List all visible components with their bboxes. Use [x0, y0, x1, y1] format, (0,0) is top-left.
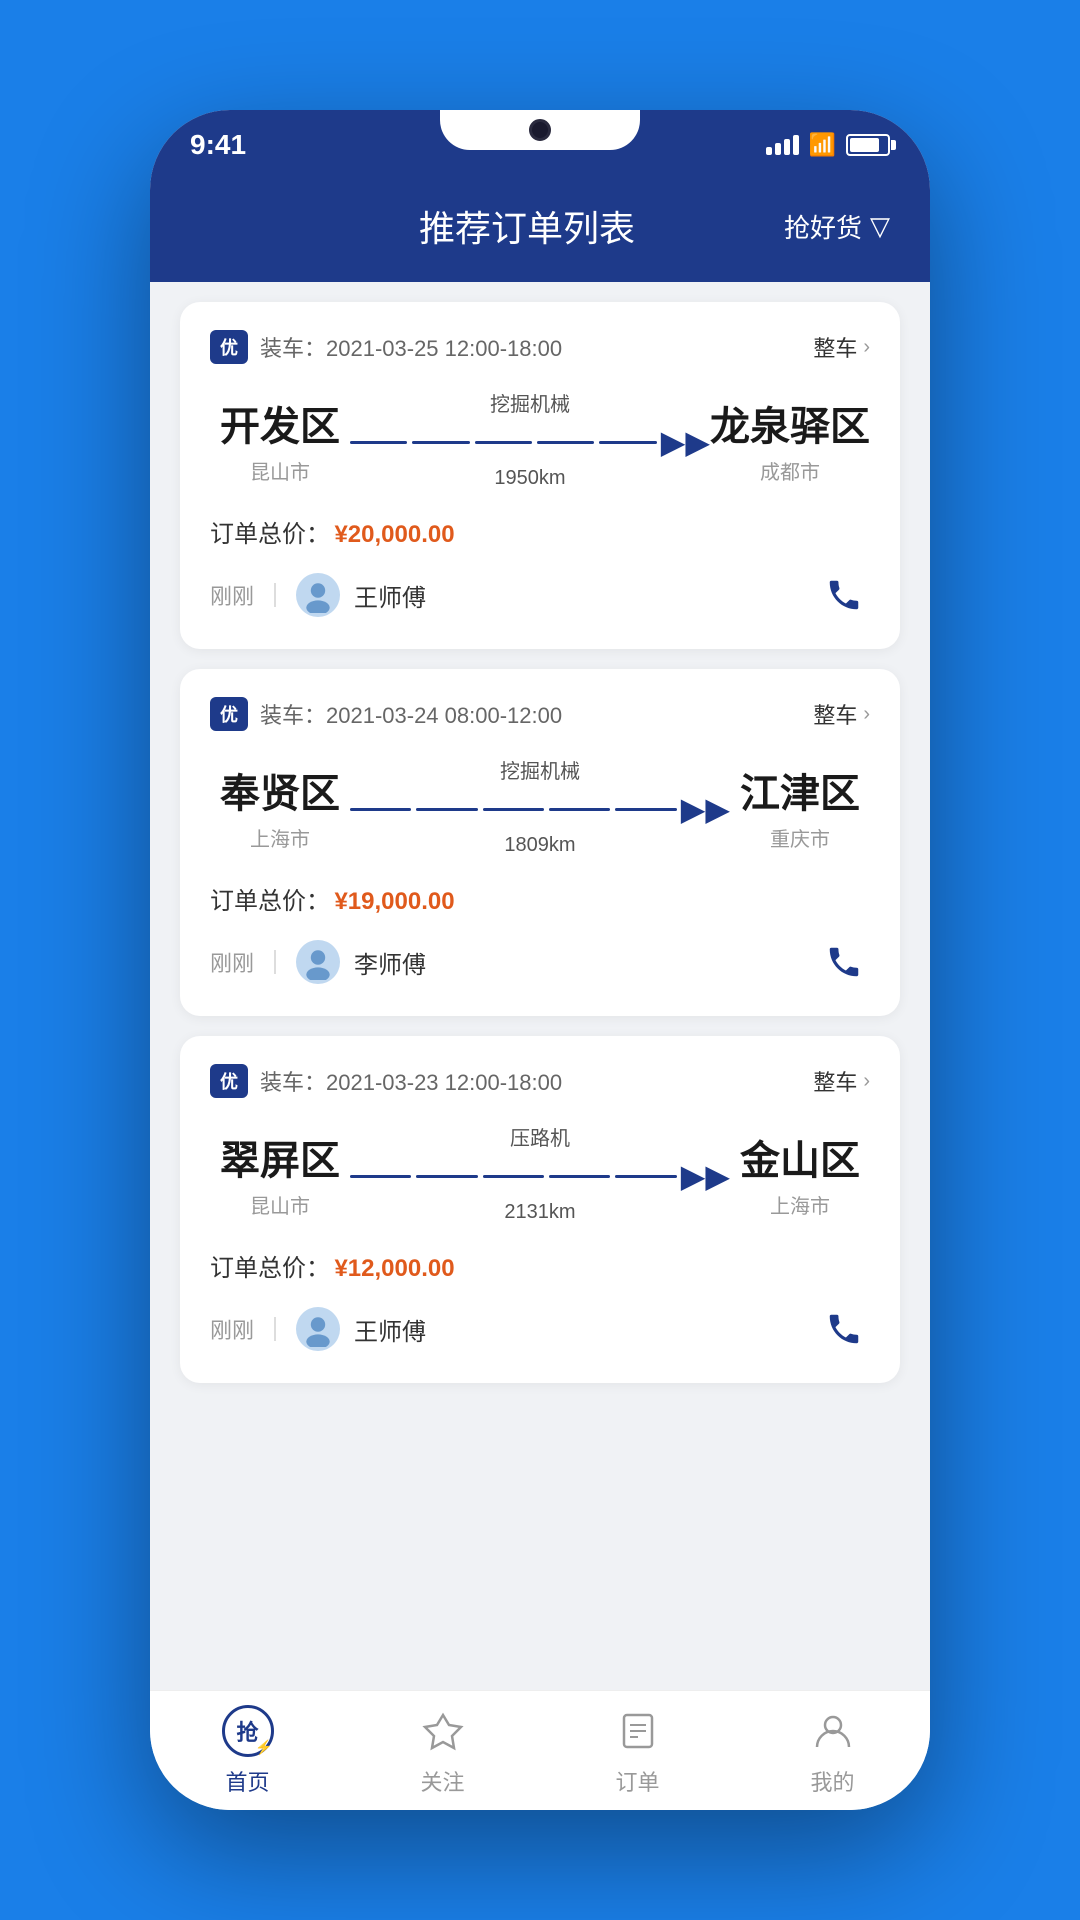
order-card-2[interactable]: 优 装车：2021-03-24 08:00-12:00 整车 › 奉贤区 上海市…: [180, 669, 900, 1016]
goods-type-2: 挖掘机械: [500, 755, 580, 784]
nav-item-home[interactable]: 抢 ⚡ 首页: [150, 1705, 345, 1797]
driver-avatar-3: [296, 1307, 340, 1351]
to-city-1: 龙泉驿区 成都市: [710, 394, 870, 485]
to-city-3: 金山区 上海市: [730, 1128, 870, 1219]
cargo-type-3: 整车 ›: [813, 1065, 870, 1097]
signal-icon: [766, 135, 799, 155]
driver-name-3: 王师傅: [354, 1312, 426, 1347]
cargo-type-1: 整车 ›: [813, 331, 870, 363]
driver-name-2: 李师傅: [354, 945, 426, 980]
time-ago-2: 刚刚: [210, 946, 254, 978]
status-icons: 📶: [766, 132, 890, 158]
nav-item-mine[interactable]: 我的: [735, 1705, 930, 1797]
nav-item-follow[interactable]: 关注: [345, 1705, 540, 1797]
arrow-2: ▶▶: [681, 790, 730, 828]
order-card-3[interactable]: 优 装车：2021-03-23 12:00-18:00 整车 › 翠屏区 昆山市…: [180, 1036, 900, 1383]
grab-goods-button[interactable]: 抢好货 ▽: [784, 208, 890, 245]
price-value-3: ¥12,000.00: [334, 1255, 454, 1282]
driver-avatar-2: [296, 940, 340, 984]
filter-icon: ▽: [870, 211, 890, 242]
camera: [529, 119, 551, 141]
phone-button-2[interactable]: [818, 936, 870, 988]
page-title: 推荐订单列表: [270, 200, 784, 252]
cargo-type-2: 整车 ›: [813, 698, 870, 730]
from-city-3: 翠屏区 昆山市: [210, 1128, 350, 1219]
to-city-2: 江津区 重庆市: [730, 761, 870, 852]
from-city-1: 开发区 昆山市: [210, 394, 350, 485]
distance-3: 2131km: [504, 1201, 575, 1224]
driver-avatar-1: [296, 573, 340, 617]
wifi-icon: 📶: [809, 132, 836, 158]
battery-icon: [846, 134, 890, 156]
arrow-3: ▶▶: [681, 1157, 730, 1195]
phone-button-1[interactable]: [818, 569, 870, 621]
nav-label-follow: 关注: [420, 1765, 464, 1797]
price-value-1: ¥20,000.00: [334, 521, 454, 548]
distance-1: 1950km: [494, 467, 565, 490]
goods-type-1: 挖掘机械: [490, 388, 570, 417]
badge-you-2: 优: [210, 697, 248, 731]
cards-container: 优 装车：2021-03-25 12:00-18:00 整车 › 开发区 昆山市…: [150, 282, 930, 1690]
time-ago-3: 刚刚: [210, 1313, 254, 1345]
chevron-right-3: ›: [863, 1070, 870, 1093]
badge-you-3: 优: [210, 1064, 248, 1098]
nav-item-orders[interactable]: 订单: [540, 1705, 735, 1797]
price-label-2: 订单总价：: [210, 888, 330, 915]
load-time-3: 装车：2021-03-23 12:00-18:00: [260, 1065, 562, 1097]
distance-2: 1809km: [504, 834, 575, 857]
price-value-2: ¥19,000.00: [334, 888, 454, 915]
from-city-2: 奉贤区 上海市: [210, 761, 350, 852]
arrow-1: ▶▶: [661, 423, 710, 461]
content-area: 优 装车：2021-03-25 12:00-18:00 整车 › 开发区 昆山市…: [150, 282, 930, 1690]
time-ago-1: 刚刚: [210, 579, 254, 611]
chevron-right-2: ›: [863, 703, 870, 726]
price-label-1: 订单总价：: [210, 521, 330, 548]
nav-label-home: 首页: [225, 1765, 269, 1797]
status-time: 9:41: [190, 129, 246, 161]
driver-name-1: 王师傅: [354, 578, 426, 613]
app-header: 推荐订单列表 抢好货 ▽: [150, 180, 930, 282]
notch: [440, 110, 640, 150]
goods-type-3: 压路机: [510, 1122, 570, 1151]
order-card-1[interactable]: 优 装车：2021-03-25 12:00-18:00 整车 › 开发区 昆山市…: [180, 302, 900, 649]
price-label-3: 订单总价：: [210, 1255, 330, 1282]
load-time-1: 装车：2021-03-25 12:00-18:00: [260, 331, 562, 363]
phone-frame: 9:41 📶 推荐订单列表 抢好货 ▽: [150, 110, 930, 1810]
bottom-nav: 抢 ⚡ 首页 关注 订单: [150, 1690, 930, 1810]
badge-you-1: 优: [210, 330, 248, 364]
nav-label-orders: 订单: [615, 1765, 659, 1797]
nav-label-mine: 我的: [810, 1765, 854, 1797]
load-time-2: 装车：2021-03-24 08:00-12:00: [260, 698, 562, 730]
phone-button-3[interactable]: [818, 1303, 870, 1355]
chevron-right-1: ›: [863, 336, 870, 359]
